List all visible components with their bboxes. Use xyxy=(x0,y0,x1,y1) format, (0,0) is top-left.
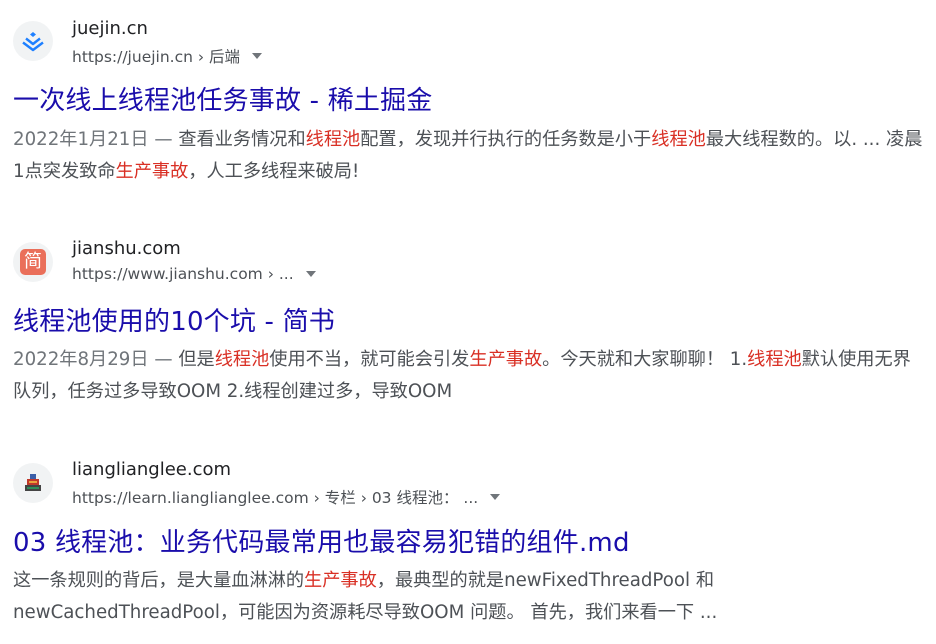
snippet-text: 。今天就和大家聊聊！ 1. xyxy=(542,349,748,370)
highlighted-keyword: 生产事故 xyxy=(115,161,189,182)
result-snippet: 2022年1月21日 — 查看业务情况和线程池配置，发现并行执行的任务数是小于线… xyxy=(13,124,923,188)
site-name[interactable]: jianshu.com xyxy=(72,238,181,259)
url-text[interactable]: https://www.jianshu.com › ... xyxy=(72,265,294,283)
chevron-down-icon[interactable] xyxy=(305,271,316,277)
snippet-date: 2022年1月21日 — xyxy=(13,129,179,150)
jianshu-logo-icon[interactable]: 简 xyxy=(13,242,53,282)
snippet-text: ，人工多线程来破局! xyxy=(188,161,360,182)
highlighted-keyword: 线程池 xyxy=(651,129,706,150)
highlighted-keyword: 线程池 xyxy=(747,349,802,370)
result-snippet: 这一条规则的背后，是大量血淋淋的生产事故，最典型的就是newFixedThrea… xyxy=(13,565,923,629)
result-title-link[interactable]: 03 线程池：业务代码最常用也最容易犯错的组件.md xyxy=(13,522,630,559)
highlighted-keyword: 线程池 xyxy=(305,129,361,150)
result-snippet: 2022年8月29日 — 但是线程池使用不当，就可能会引发生产事故。今天就和大家… xyxy=(13,344,923,408)
snippet-text: 但是 xyxy=(178,349,215,370)
highlighted-keyword: 生产事故 xyxy=(304,570,377,591)
chevron-down-icon[interactable] xyxy=(252,53,262,59)
highlighted-keyword: 生产事故 xyxy=(469,349,543,370)
snippet-text: 配置，发现并行执行的任务数是小于 xyxy=(360,129,652,150)
snippet-text: 这一条规则的背后，是大量血淋淋的 xyxy=(13,570,305,591)
lianglianglee-logo-icon[interactable] xyxy=(13,463,53,503)
site-name[interactable]: lianglianglee.com xyxy=(72,459,231,480)
jianshu-glyph: 简 xyxy=(20,249,46,275)
site-name[interactable]: juejin.cn xyxy=(72,18,148,39)
snippet-text: 查看业务情况和 xyxy=(178,129,306,150)
site-url[interactable]: https://juejin.cn › 后端 xyxy=(72,45,262,67)
snippet-date: 2022年8月29日 — xyxy=(13,349,179,370)
site-url[interactable]: https://www.jianshu.com › ... xyxy=(72,265,316,283)
snippet-text: 使用不当，就可能会引发 xyxy=(269,349,470,370)
url-text[interactable]: https://juejin.cn › 后端 xyxy=(72,45,240,67)
chevron-down-icon[interactable] xyxy=(490,494,501,500)
highlighted-keyword: 线程池 xyxy=(214,349,270,370)
juejin-logo-icon[interactable] xyxy=(13,21,53,61)
site-url[interactable]: https://learn.lianglianglee.com › 专栏 › 0… xyxy=(72,486,501,508)
url-text[interactable]: https://learn.lianglianglee.com › 专栏 › 0… xyxy=(72,486,478,508)
result-title-link[interactable]: 一次线上线程池任务事故 - 稀土掘金 xyxy=(13,80,433,117)
result-title-link[interactable]: 线程池使用的10个坑 - 简书 xyxy=(13,301,335,338)
